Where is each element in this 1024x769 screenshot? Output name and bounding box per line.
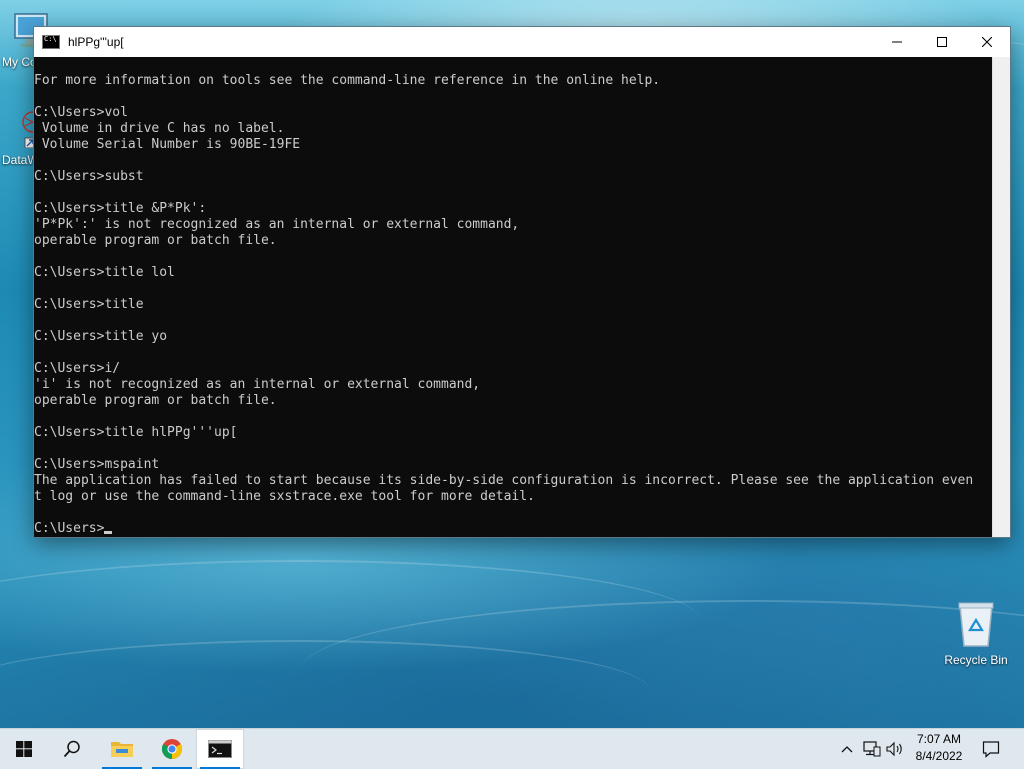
- console-line: Volume Serial Number is 90BE-19FE: [34, 137, 301, 152]
- taskbar-command-prompt[interactable]: [196, 729, 244, 769]
- desktop-icon-label: Recycle Bin: [944, 653, 1008, 667]
- console-line: 'i' is not recognized as an internal or …: [34, 377, 481, 392]
- close-button[interactable]: [964, 27, 1010, 57]
- windows-logo-icon: [16, 741, 32, 757]
- console-line: C:\Users>vol: [34, 105, 128, 120]
- clock-date: 8/4/2022: [915, 749, 963, 763]
- folder-icon: [111, 742, 133, 757]
- console-line: C:\Users>title &P*Pk':: [34, 201, 207, 216]
- console-prompt: C:\Users>: [34, 521, 105, 536]
- maximize-icon: [937, 37, 947, 47]
- close-icon: [982, 37, 992, 47]
- maximize-button[interactable]: [919, 27, 965, 57]
- console-line: C:\Users>title hlPPg'''up[: [34, 425, 238, 440]
- start-button[interactable]: [0, 729, 48, 769]
- command-prompt-window[interactable]: hlPPg'''up[ For more information on tool…: [34, 27, 1010, 537]
- search-button[interactable]: [48, 729, 96, 769]
- console-line: For more information on tools see the co…: [34, 73, 661, 88]
- desktop-icon-recycle-bin[interactable]: Recycle Bin: [938, 600, 1014, 667]
- console-text: For more information on tools see the co…: [34, 57, 992, 537]
- show-hidden-icons-button[interactable]: [836, 729, 858, 769]
- notification-icon: [982, 741, 1000, 758]
- action-center-button[interactable]: [970, 729, 1012, 769]
- chevron-up-icon: [841, 746, 853, 753]
- console-prompt-line[interactable]: C:\Users>: [34, 521, 992, 537]
- console-line: C:\Users>mspaint: [34, 457, 160, 472]
- console-line: operable program or batch file.: [34, 393, 277, 408]
- taskbar: 7:07 AM 8/4/2022: [0, 728, 1024, 769]
- taskbar-file-explorer[interactable]: [98, 729, 146, 769]
- clock-time: 7:07 AM: [916, 732, 962, 746]
- clock[interactable]: 7:07 AM 8/4/2022: [906, 731, 972, 767]
- volume-button[interactable]: [884, 729, 906, 769]
- taskbar-chrome[interactable]: [148, 729, 196, 769]
- minimize-icon: [892, 41, 902, 43]
- console-line: Volume in drive C has no label.: [34, 121, 285, 136]
- console-line: 'P*Pk':' is not recognized as an interna…: [34, 217, 520, 232]
- network-icon: [863, 741, 881, 757]
- console-line: C:\Users>title lol: [34, 265, 175, 280]
- console-line: C:\Users>title yo: [34, 329, 168, 344]
- cmd-app-icon[interactable]: [42, 35, 60, 49]
- console-line: C:\Users>i/: [34, 361, 121, 376]
- recycle-bin-icon: [958, 602, 994, 647]
- console-line: The application has failed to start beca…: [34, 473, 974, 488]
- window-title: hlPPg'''up[: [68, 35, 124, 49]
- volume-icon: [886, 741, 902, 757]
- text-cursor: [104, 531, 113, 534]
- console-line: C:\Users>title: [34, 297, 144, 312]
- vertical-scrollbar[interactable]: [992, 57, 1010, 537]
- console-output[interactable]: For more information on tools see the co…: [34, 57, 992, 537]
- search-icon: [63, 740, 80, 758]
- console-line: t log or use the command-line sxstrace.e…: [34, 489, 535, 504]
- chrome-icon: [161, 739, 183, 760]
- console-line: C:\Users>subst: [34, 169, 144, 184]
- network-button[interactable]: [860, 729, 884, 769]
- cmd-icon: [208, 740, 232, 758]
- console-line: operable program or batch file.: [34, 233, 277, 248]
- minimize-button[interactable]: [874, 27, 920, 57]
- title-bar[interactable]: hlPPg'''up[: [34, 27, 1010, 57]
